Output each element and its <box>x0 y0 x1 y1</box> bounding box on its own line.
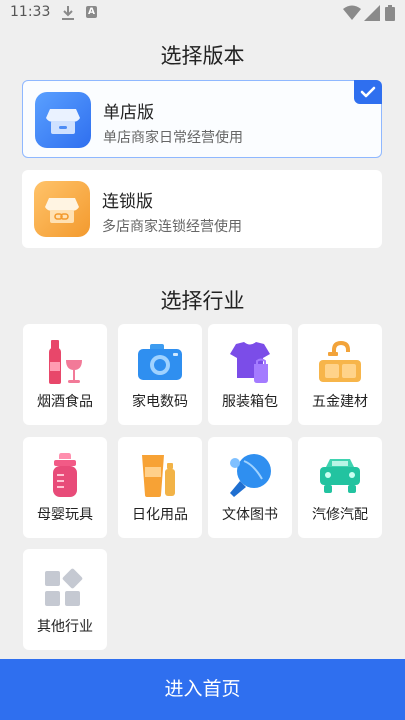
version-name: 连锁版 <box>102 192 153 212</box>
ping-pong-icon <box>226 451 274 499</box>
camera-icon <box>136 338 184 386</box>
industry-tile-auto-repair[interactable]: 汽修汽配 <box>298 437 382 538</box>
car-wrench-icon <box>316 451 364 499</box>
industry-tile-hardware[interactable]: 五金建材 <box>298 324 382 425</box>
cosmetics-icon <box>136 451 184 499</box>
industry-tile-electronics[interactable]: 家电数码 <box>118 324 202 425</box>
faucet-sink-icon <box>316 338 364 386</box>
version-option-chain-store[interactable]: 连锁版 多店商家连锁经营使用 <box>22 170 382 248</box>
baby-bottle-icon <box>41 451 89 499</box>
status-bar: 11:33 A <box>0 0 405 28</box>
tile-label: 汽修汽配 <box>312 507 368 523</box>
other-grid-icon <box>41 563 89 611</box>
tile-label: 文体图书 <box>222 507 278 523</box>
version-option-single-store[interactable]: 单店版 单店商家日常经营使用 <box>22 80 382 158</box>
version-name: 单店版 <box>103 103 154 123</box>
tile-label: 家电数码 <box>132 394 188 410</box>
industry-tile-apparel-bags[interactable]: 服装箱包 <box>208 324 292 425</box>
tile-label: 烟酒食品 <box>37 394 93 410</box>
version-desc: 多店商家连锁经营使用 <box>102 219 242 235</box>
a-notification-icon: A <box>86 6 97 18</box>
industry-section-title: 选择行业 <box>160 289 245 313</box>
version-desc: 单店商家日常经营使用 <box>103 130 243 146</box>
tile-label: 母婴玩具 <box>37 507 93 523</box>
clothing-bag-icon <box>226 338 274 386</box>
wine-bottle-icon <box>41 338 89 386</box>
industry-tile-sports-books[interactable]: 文体图书 <box>208 437 292 538</box>
industry-tile-maternal-toys[interactable]: 母婴玩具 <box>23 437 107 538</box>
wifi-icon <box>343 5 361 25</box>
selected-check-icon <box>354 80 382 104</box>
signal-icon <box>364 5 380 25</box>
enter-home-button[interactable]: 进入首页 <box>0 659 405 720</box>
tile-label: 其他行业 <box>37 619 93 635</box>
tile-label: 服装箱包 <box>222 394 278 410</box>
download-icon <box>61 5 75 25</box>
industry-tile-other[interactable]: 其他行业 <box>23 549 107 650</box>
status-time: 11:33 <box>10 4 51 20</box>
tile-label: 日化用品 <box>132 507 188 523</box>
version-section-title: 选择版本 <box>160 44 245 68</box>
battery-icon <box>385 5 395 25</box>
store-icon <box>35 92 91 148</box>
chain-store-icon <box>34 181 90 237</box>
industry-tile-tobacco-food[interactable]: 烟酒食品 <box>23 324 107 425</box>
industry-tile-daily-chemicals[interactable]: 日化用品 <box>118 437 202 538</box>
tile-label: 五金建材 <box>312 394 368 410</box>
